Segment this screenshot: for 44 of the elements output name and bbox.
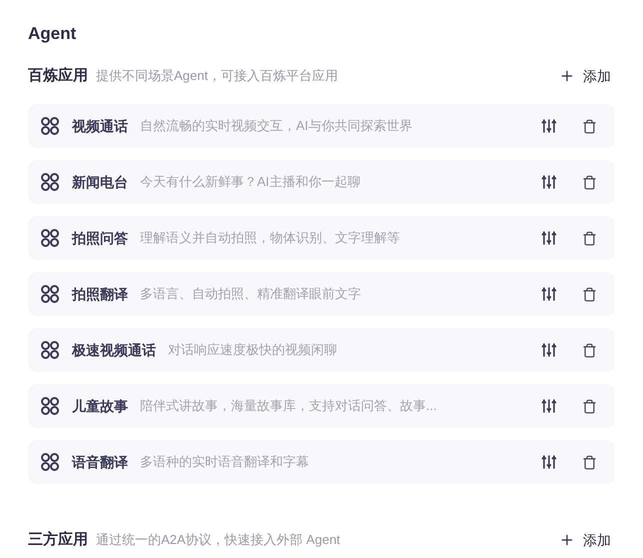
agent-card[interactable]: 拍照问答 理解语义并自动拍照，物体识别、文字理解等 (28, 216, 615, 260)
app-icon (40, 396, 60, 416)
app-icon (40, 172, 60, 192)
agent-card[interactable]: 拍照翻译 多语言、自动拍照、精准翻译眼前文字 (28, 272, 615, 316)
app-icon (40, 228, 60, 248)
trash-icon (582, 230, 596, 246)
agent-description: 多语种的实时语音翻译和字幕 (140, 453, 309, 472)
agent-description: 今天有什么新鲜事？AI主播和你一起聊 (140, 173, 360, 192)
add-button[interactable]: 添加 (559, 66, 611, 86)
trash-icon (582, 342, 596, 358)
section-description: 提供不同场景Agent，可接入百炼平台应用 (96, 67, 338, 86)
trash-icon (582, 174, 596, 190)
agent-card[interactable]: 极速视频通话 对话响应速度极快的视频闲聊 (28, 328, 615, 372)
trash-icon (582, 454, 596, 470)
agent-name: 拍照翻译 (72, 284, 128, 304)
plus-icon (559, 68, 575, 84)
section-description: 通过统一的A2A协议，快速接入外部 Agent (96, 531, 340, 550)
agent-card[interactable]: 视频通话 自然流畅的实时视频交互，AI与你共同探索世界 (28, 104, 615, 148)
agent-name: 语音翻译 (72, 452, 128, 472)
app-icon (40, 452, 60, 472)
app-icon (40, 116, 60, 136)
add-button[interactable]: 添加 (559, 530, 611, 550)
agent-description: 对话响应速度极快的视频闲聊 (168, 341, 337, 360)
section-title: 百炼应用 (28, 66, 88, 86)
agent-name: 儿童故事 (72, 396, 128, 416)
app-icon (40, 284, 60, 304)
agent-description: 自然流畅的实时视频交互，AI与你共同探索世界 (140, 117, 412, 136)
agent-description: 多语言、自动拍照、精准翻译眼前文字 (140, 285, 361, 304)
page-title: Agent (28, 23, 78, 45)
trash-icon (582, 398, 596, 414)
trash-icon (582, 118, 596, 134)
section-title: 三方应用 (28, 530, 88, 550)
app-icon (40, 340, 60, 360)
agent-name: 拍照问答 (72, 228, 128, 248)
agent-description: 理解语义并自动拍照，物体识别、文字理解等 (140, 229, 400, 248)
agent-name: 新闻电台 (72, 172, 128, 192)
agent-name: 极速视频通话 (72, 340, 156, 360)
agent-card[interactable]: 新闻电台 今天有什么新鲜事？AI主播和你一起聊 (28, 160, 615, 204)
plus-icon (559, 532, 575, 548)
agent-card[interactable]: 语音翻译 多语种的实时语音翻译和字幕 (28, 440, 615, 484)
trash-icon (582, 286, 596, 302)
agent-name: 视频通话 (72, 116, 128, 136)
agent-card[interactable]: 儿童故事 陪伴式讲故事，海量故事库，支持对话问答、故事... (28, 384, 615, 428)
agent-description: 陪伴式讲故事，海量故事库，支持对话问答、故事... (140, 397, 437, 416)
